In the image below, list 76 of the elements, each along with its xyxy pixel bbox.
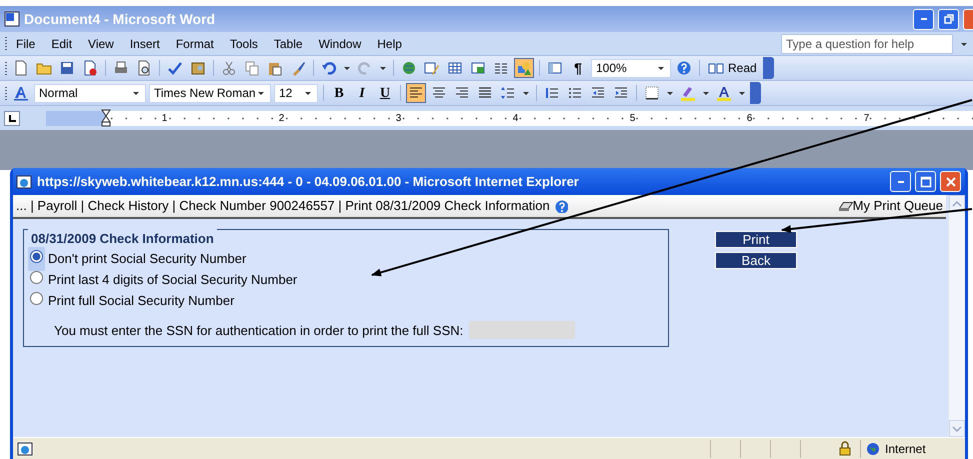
restore-icon[interactable] bbox=[944, 14, 954, 24]
help-icon[interactable] bbox=[554, 199, 568, 213]
menu-item[interactable]: Window bbox=[310, 32, 370, 54]
radio-button[interactable] bbox=[30, 292, 43, 306]
security-zone-label: Internet bbox=[885, 440, 927, 458]
underline-button[interactable]: U bbox=[375, 83, 395, 103]
browser-page-icon bbox=[17, 440, 33, 456]
caret-icon bbox=[658, 66, 664, 70]
ruler-number: 3 bbox=[394, 112, 402, 126]
radio-button[interactable] bbox=[30, 250, 43, 264]
bold-button[interactable]: B bbox=[329, 83, 349, 103]
window-title: Document4 - Microsoft Word bbox=[24, 10, 216, 28]
caret-icon bbox=[305, 92, 311, 94]
option-label: Don't print Social Security Number bbox=[48, 250, 246, 268]
help-search-field[interactable]: Type a question for help bbox=[781, 34, 953, 54]
align-left-icon[interactable] bbox=[406, 83, 426, 103]
globe-icon bbox=[866, 442, 880, 456]
font-dropdown[interactable]: Times New Roman bbox=[149, 84, 271, 102]
option-label: Print full Social Security Number bbox=[48, 292, 234, 310]
read-button[interactable]: Read bbox=[705, 59, 760, 77]
tab-selector-button[interactable] bbox=[4, 110, 20, 126]
menu-item[interactable]: Format bbox=[168, 32, 222, 54]
menu-item[interactable]: Help bbox=[369, 32, 410, 54]
caret-icon[interactable] bbox=[344, 66, 350, 70]
padlock-icon bbox=[838, 440, 852, 456]
minimize-button[interactable] bbox=[890, 171, 911, 192]
ruler-number: 2 bbox=[278, 112, 286, 126]
ruler-number: 6 bbox=[746, 112, 754, 126]
style-dropdown[interactable]: Normal bbox=[34, 84, 146, 102]
ruler-number: 4 bbox=[512, 112, 520, 126]
action-button[interactable]: Back bbox=[715, 252, 797, 269]
menu-item[interactable]: Tools bbox=[222, 32, 266, 54]
menu-item[interactable]: View bbox=[80, 32, 122, 54]
minimize-icon[interactable] bbox=[920, 18, 926, 20]
caret-icon[interactable] bbox=[703, 92, 709, 94]
menu-item[interactable]: Edit bbox=[43, 32, 80, 54]
toolbar-options-button[interactable] bbox=[762, 57, 774, 79]
print-queue-link[interactable]: My Print Queue bbox=[838, 196, 946, 216]
zoom-dropdown[interactable]: 100% bbox=[591, 58, 671, 78]
close-icon[interactable] bbox=[946, 176, 956, 186]
radio-button[interactable] bbox=[30, 271, 43, 284]
word-document-icon bbox=[4, 11, 20, 27]
minimize-button[interactable] bbox=[913, 8, 934, 30]
menu-item[interactable]: Insert bbox=[122, 32, 168, 54]
caret-icon[interactable] bbox=[380, 66, 386, 70]
breadcrumb-text: ... | Payroll | Check History | Check Number 900246557 | Print 08/31/2009 Check Information bbox=[16, 197, 550, 216]
caret-icon[interactable] bbox=[523, 92, 529, 94]
ruler-number: 7 bbox=[862, 112, 870, 126]
show-formatting-button[interactable]: ¶ bbox=[568, 58, 588, 78]
ruler-number: 5 bbox=[628, 112, 636, 126]
maximize-icon[interactable] bbox=[920, 176, 932, 188]
maximize-button[interactable] bbox=[915, 171, 936, 192]
browser-page-icon bbox=[16, 174, 32, 190]
action-button[interactable]: Print bbox=[715, 231, 797, 248]
caret-icon bbox=[258, 92, 264, 94]
window-title: https://skyweb.whitebear.k12.mn.us:444 - 0 - 04.09.06.01.00 - Microsoft Internet Explorer bbox=[37, 172, 579, 191]
printer-icon[interactable] bbox=[838, 202, 853, 210]
tab-stop-icon[interactable] bbox=[8, 114, 16, 122]
ruler-margin bbox=[46, 110, 106, 126]
minimize-icon[interactable] bbox=[898, 180, 904, 182]
ruler-number: 1 bbox=[160, 112, 168, 126]
font-size-dropdown[interactable]: 12 bbox=[274, 84, 318, 102]
ssn-prompt-text: You must enter the SSN for authentication in order to print the full SSN: bbox=[54, 322, 464, 340]
menu-item[interactable]: File bbox=[8, 32, 44, 54]
indent-marker-icon[interactable] bbox=[101, 109, 111, 127]
restore-button[interactable] bbox=[938, 8, 959, 30]
book-icon[interactable] bbox=[708, 62, 724, 74]
menu-item[interactable]: Table bbox=[266, 32, 311, 54]
option-label: Print last 4 digits of Social Security Number bbox=[48, 271, 298, 290]
close-button[interactable] bbox=[940, 171, 961, 192]
caret-icon bbox=[133, 92, 139, 94]
ssn-input-field[interactable] bbox=[469, 321, 576, 340]
italic-button[interactable]: I bbox=[352, 83, 372, 103]
caret-icon[interactable] bbox=[667, 92, 673, 94]
close-button[interactable] bbox=[963, 8, 973, 30]
caret-icon[interactable] bbox=[739, 92, 745, 94]
